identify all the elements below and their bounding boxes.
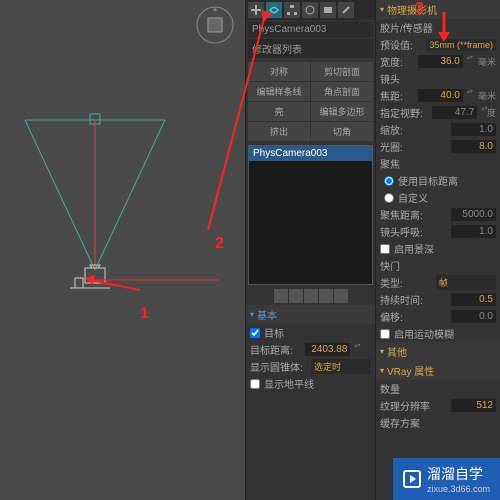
fov-value[interactable]: 47.7 (432, 106, 477, 119)
duration-value[interactable]: 0.5 (451, 293, 496, 306)
viewport[interactable] (0, 0, 245, 500)
fov-unit: 度 (487, 106, 496, 119)
film-sensor-label: 胶片/传感器 (380, 20, 433, 35)
lens-breathe-label: 镜头呼吸: (380, 224, 423, 239)
display-tab-icon[interactable] (320, 2, 336, 18)
physical-camera-panel: 物理摄影机 胶片/传感器 预设值: 35mm (**frame) 宽度: 36.0 毫… (375, 0, 500, 500)
focal-value[interactable]: 40.0 (418, 89, 463, 102)
camera-cone-drawing (20, 120, 230, 340)
width-label: 宽度: (380, 54, 403, 69)
focus-dist-label: 聚焦距离: (380, 207, 423, 222)
watermark: 溜溜自学 zixue.3d66.com (393, 458, 500, 500)
modifier-panel: PhysCamera003 修改器列表 对称 剪切剖面 编辑样条线 角点剖面 壳… (245, 0, 375, 500)
motion-blur-label: 启用运动模糊 (394, 326, 454, 341)
duration-label: 持续时间: (380, 292, 423, 307)
vray-attr-rollout[interactable]: VRay 属性 (376, 361, 500, 380)
motion-blur-checkbox[interactable] (380, 329, 390, 339)
phys-camera-rollout[interactable]: 物理摄影机 (376, 0, 500, 19)
focal-unit: 毫米 (478, 89, 496, 102)
shutter-label: 快门 (380, 258, 400, 273)
watermark-brand: 溜溜自学 (427, 464, 490, 484)
dof-checkbox[interactable] (380, 244, 390, 254)
mod-corner[interactable]: 角点剖面 (311, 82, 373, 101)
focal-label: 焦距: (380, 88, 403, 103)
mod-symmetry[interactable]: 对称 (248, 62, 310, 81)
viewcube[interactable] (195, 5, 235, 45)
show-cone-label: 显示圆锥体: (250, 359, 303, 374)
horizon-label: 显示地平线 (264, 376, 314, 391)
mod-chamfer[interactable]: 切角 (311, 122, 373, 141)
focus-label: 聚焦 (380, 156, 400, 171)
zoom-value[interactable]: 1.0 (451, 123, 496, 136)
mod-edit-mesh[interactable]: 编辑多边形 (311, 102, 373, 121)
show-cone-dropdown[interactable]: 选定时 (311, 359, 371, 374)
mod-edit-spline[interactable]: 编辑样条线 (248, 82, 310, 101)
offset-value[interactable]: 0.0 (451, 310, 496, 323)
motion-tab-icon[interactable] (302, 2, 318, 18)
target-checkbox[interactable] (250, 328, 260, 338)
modifier-buttons: 对称 剪切剖面 编辑样条线 角点剖面 壳 编辑多边形 挤出 切角 (246, 60, 375, 143)
stack-item[interactable]: PhysCamera003 (249, 146, 372, 161)
watermark-url: zixue.3d66.com (427, 484, 490, 494)
utilities-tab-icon[interactable] (338, 2, 354, 18)
aperture-label: 光圈: (380, 139, 403, 154)
dof-label: 启用景深 (394, 241, 434, 256)
mod-extrude[interactable]: 挤出 (248, 122, 310, 141)
width-unit: 毫米 (478, 55, 496, 68)
aperture-value[interactable]: 8.0 (451, 140, 496, 153)
preset-dropdown[interactable]: 35mm (**frame) (426, 39, 496, 51)
tex-res-label: 纹理分辨率 (380, 398, 430, 413)
custom-label: 自定义 (398, 190, 428, 205)
type-label: 类型: (380, 275, 403, 290)
fov-label: 指定视野: (380, 105, 423, 120)
modifier-stack[interactable]: PhysCamera003 (248, 145, 373, 285)
cache-label: 缓存方案 (380, 415, 420, 430)
hierarchy-tab-icon[interactable] (284, 2, 300, 18)
basic-rollout[interactable]: 基本 (246, 305, 375, 324)
misc-rollout[interactable]: 其他 (376, 342, 500, 361)
lens-breathe-value[interactable]: 1.0 (451, 225, 496, 238)
mod-shear[interactable]: 剪切剖面 (311, 62, 373, 81)
zoom-label: 缩放: (380, 122, 403, 137)
object-name-field[interactable]: PhysCamera003 (248, 22, 373, 37)
stack-icon[interactable] (289, 289, 303, 303)
target-dist-value[interactable]: 2403.88 (305, 343, 350, 356)
preset-label: 预设值: (380, 37, 413, 52)
stack-icons (246, 287, 375, 305)
offset-label: 偏移: (380, 309, 403, 324)
width-value[interactable]: 36.0 (418, 55, 463, 68)
count-label: 数量 (380, 381, 400, 396)
target-label: 目标 (264, 325, 284, 340)
focus-dist-value[interactable]: 5000.0 (451, 208, 496, 221)
modify-tab-icon[interactable] (266, 2, 282, 18)
stack-icon[interactable] (334, 289, 348, 303)
command-panel-tabs (246, 0, 375, 20)
custom-radio[interactable] (384, 193, 394, 203)
use-target-label: 使用目标距离 (398, 173, 458, 188)
horizon-checkbox[interactable] (250, 379, 260, 389)
type-dropdown[interactable]: 帧 (436, 275, 496, 290)
stack-icon[interactable] (304, 289, 318, 303)
tex-res-value[interactable]: 512 (451, 399, 496, 412)
lens-label: 镜头 (380, 71, 400, 86)
use-target-radio[interactable] (384, 176, 394, 186)
stack-icon[interactable] (319, 289, 333, 303)
modifier-list-dropdown[interactable]: 修改器列表 (248, 39, 373, 58)
target-dist-label: 目标距离: (250, 342, 293, 357)
create-tab-icon[interactable] (248, 2, 264, 18)
play-icon (403, 470, 421, 488)
mod-shell[interactable]: 壳 (248, 102, 310, 121)
stack-icon[interactable] (274, 289, 288, 303)
